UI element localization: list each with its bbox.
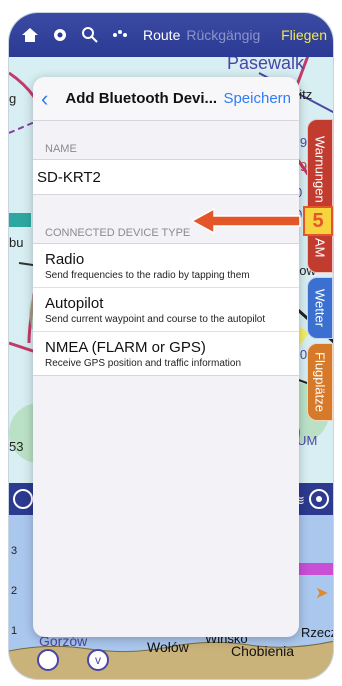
map-label-wolow: Wołów <box>147 639 189 655</box>
aircraft-marker-icon: ➤ <box>315 585 329 602</box>
device-type-list: Radio Send frequencies to the radio by t… <box>33 243 299 376</box>
vor-icon: v <box>87 649 109 671</box>
fly-button[interactable]: Fliegen <box>281 27 327 43</box>
map-label-rzecz: Rzecz <box>301 625 334 640</box>
top-toolbar: Route Rückgängig Fliegen <box>9 13 333 57</box>
sheet-title: Add Bluetooth Devi... <box>65 90 218 107</box>
airspace-band <box>299 563 333 575</box>
map-label-left: bu <box>9 235 24 250</box>
vor-icon <box>37 649 59 671</box>
undo-button[interactable]: Rückgängig <box>186 27 260 43</box>
device-type-radio[interactable]: Radio Send frequencies to the radio by t… <box>33 244 299 288</box>
tab-airports-label: Flugplätze <box>312 352 328 412</box>
altitude-tick: 3 <box>11 545 18 557</box>
device-type-description: Receive GPS position and traffic informa… <box>45 358 242 369</box>
bluetooth-device-sheet: ‹ Add Bluetooth Devi... Speichern NAME S… <box>33 77 299 637</box>
device-type-description: Send current waypoint and course to the … <box>45 314 266 325</box>
device-type-title: Autopilot <box>45 295 104 312</box>
map-label-left: 53 <box>9 439 24 454</box>
device-name-field[interactable]: SD-KRT2 <box>33 160 299 194</box>
device-type-description: Send frequencies to the radio by tapping… <box>45 270 250 281</box>
sheet-nav-bar: ‹ Add Bluetooth Devi... Speichern <box>33 77 299 121</box>
name-group: SD-KRT2 <box>33 159 299 195</box>
route-dots-icon[interactable] <box>107 22 133 48</box>
route-button[interactable]: Route <box>143 27 180 43</box>
tab-warnings[interactable]: Warnungen <box>307 119 333 219</box>
search-icon[interactable] <box>77 22 103 48</box>
home-icon[interactable] <box>17 22 43 48</box>
locate-icon[interactable] <box>309 489 329 509</box>
zoom-icon[interactable] <box>13 489 33 509</box>
callout-step-badge: 5 <box>303 206 333 236</box>
tab-airports[interactable]: Flugplätze <box>307 343 333 421</box>
device-type-autopilot[interactable]: Autopilot Send current waypoint and cour… <box>33 288 299 332</box>
device-type-title: Radio <box>45 251 85 268</box>
tab-weather[interactable]: Wetter <box>307 277 333 339</box>
save-button[interactable]: Speichern <box>223 90 291 107</box>
app-window: Pasewalk ckn​itz 0,9 0,9 0 0 sekow 1,0 E… <box>8 12 334 680</box>
device-type-title: NMEA (FLARM or GPS) <box>45 339 206 356</box>
map-label-left: g <box>9 91 17 106</box>
altitude-tick: 2 <box>11 585 18 597</box>
tab-weather-label: Wetter <box>312 288 328 328</box>
name-section-label: NAME <box>45 143 77 155</box>
gear-icon[interactable] <box>47 22 73 48</box>
callout-arrow-icon <box>190 207 301 235</box>
tab-warnings-label: Warnungen <box>312 135 328 203</box>
back-chevron-icon[interactable]: ‹ <box>41 86 65 112</box>
device-type-nmea[interactable]: NMEA (FLARM or GPS) Receive GPS position… <box>33 332 299 375</box>
map-label-chobienia: Chobienia <box>231 643 295 659</box>
tab-notam-label: AM <box>312 238 328 258</box>
